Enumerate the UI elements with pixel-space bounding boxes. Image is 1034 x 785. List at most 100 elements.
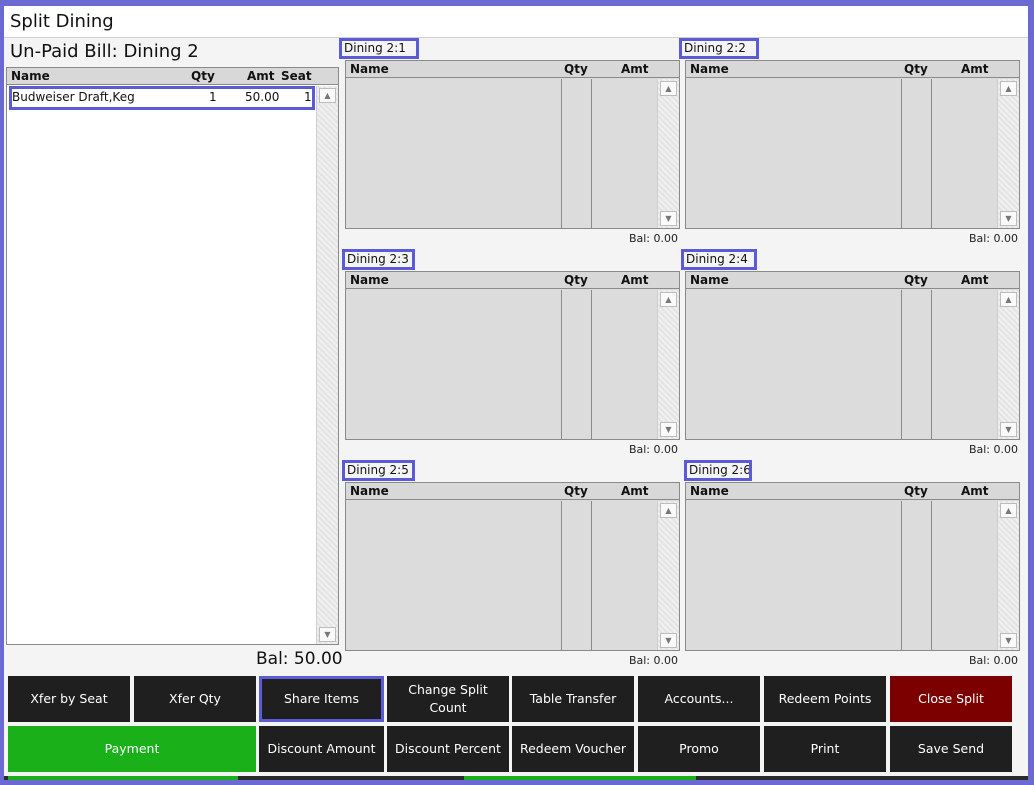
col-divider	[591, 290, 592, 439]
save-send-button[interactable]: Save Send	[890, 726, 1012, 772]
split-label-5: Dining 2:5	[342, 460, 415, 481]
split-list-3[interactable]: Name Qty Amt ▲ ▼	[345, 271, 680, 440]
bottom-button-strip	[4, 776, 1028, 780]
col-qty-header: Qty	[904, 273, 928, 287]
col-amt-header: Amt	[247, 69, 275, 83]
split-label-3: Dining 2:3	[342, 249, 415, 270]
xfer-by-seat-button[interactable]: Xfer by Seat	[8, 676, 130, 722]
col-qty-header: Qty	[191, 69, 215, 83]
split-balance-5: Bal: 0.00	[628, 654, 678, 667]
col-name-header: Name	[350, 62, 389, 76]
split-label-4: Dining 2:4	[681, 249, 757, 270]
scroll-down-arrow-icon[interactable]: ▼	[1000, 211, 1017, 226]
scroll-down-arrow-icon[interactable]: ▼	[660, 422, 677, 437]
redeem-voucher-button[interactable]: Redeem Voucher	[512, 726, 634, 772]
scroll-up-arrow-icon[interactable]: ▲	[660, 503, 677, 518]
split-balance-2: Bal: 0.00	[968, 232, 1018, 245]
scroll-up-arrow-icon[interactable]: ▲	[1000, 503, 1017, 518]
change-split-count-button[interactable]: Change Split Count	[387, 676, 509, 722]
promo-button[interactable]: Promo	[638, 726, 760, 772]
col-qty-header: Qty	[564, 62, 588, 76]
split-4-scrollbar[interactable]: ▲ ▼	[997, 290, 1019, 439]
split-6-header: Name Qty Amt	[686, 483, 1019, 500]
split-list-2[interactable]: Name Qty Amt ▲ ▼	[685, 60, 1020, 229]
col-name-header: Name	[690, 484, 729, 498]
col-seat-header: Seat	[281, 69, 312, 83]
unpaid-list-scrollbar[interactable]: ▲ ▼	[316, 86, 338, 644]
split-2-header: Name Qty Amt	[686, 61, 1019, 78]
col-divider	[901, 290, 902, 439]
table-transfer-button[interactable]: Table Transfer	[512, 676, 634, 722]
col-amt-header: Amt	[621, 484, 649, 498]
scroll-down-arrow-icon[interactable]: ▼	[1000, 633, 1017, 648]
col-name-header: Name	[11, 69, 50, 83]
scroll-down-arrow-icon[interactable]: ▼	[660, 633, 677, 648]
col-divider	[931, 501, 932, 650]
col-name-header: Name	[350, 273, 389, 287]
item-name: Budweiser Draft,Keg	[12, 90, 135, 104]
col-divider	[561, 290, 562, 439]
split-5-scrollbar[interactable]: ▲ ▼	[657, 501, 679, 650]
split-4-header: Name Qty Amt	[686, 272, 1019, 289]
col-amt-header: Amt	[961, 484, 989, 498]
list-item[interactable]: Budweiser Draft,Keg 1 50.00 1	[9, 86, 315, 110]
split-balance-3: Bal: 0.00	[628, 443, 678, 456]
col-amt-header: Amt	[961, 273, 989, 287]
col-divider	[901, 79, 902, 228]
xfer-qty-button[interactable]: Xfer Qty	[134, 676, 256, 722]
col-qty-header: Qty	[564, 484, 588, 498]
split-2-scrollbar[interactable]: ▲ ▼	[997, 79, 1019, 228]
scroll-down-arrow-icon[interactable]: ▼	[1000, 422, 1017, 437]
col-name-header: Name	[350, 484, 389, 498]
scroll-up-arrow-icon[interactable]: ▲	[1000, 81, 1017, 96]
col-divider	[901, 501, 902, 650]
unpaid-items-list[interactable]: Name Qty Amt Seat Budweiser Draft,Keg 1 …	[6, 67, 339, 645]
col-divider	[561, 501, 562, 650]
split-label-1: Dining 2:1	[339, 38, 419, 59]
split-list-5[interactable]: Name Qty Amt ▲ ▼	[345, 482, 680, 651]
unpaid-list-header: Name Qty Amt Seat	[7, 68, 338, 85]
col-divider	[591, 501, 592, 650]
payment-button[interactable]: Payment	[8, 726, 256, 772]
col-amt-header: Amt	[621, 62, 649, 76]
green-strip-segment	[8, 776, 238, 780]
unpaid-balance: Bal: 50.00	[256, 649, 343, 669]
scroll-up-arrow-icon[interactable]: ▲	[660, 81, 677, 96]
scroll-up-arrow-icon[interactable]: ▲	[1000, 292, 1017, 307]
col-divider	[561, 79, 562, 228]
scroll-up-arrow-icon[interactable]: ▲	[319, 88, 336, 103]
split-3-header: Name Qty Amt	[346, 272, 679, 289]
col-amt-header: Amt	[621, 273, 649, 287]
split-balance-1: Bal: 0.00	[628, 232, 678, 245]
split-3-scrollbar[interactable]: ▲ ▼	[657, 290, 679, 439]
col-qty-header: Qty	[564, 273, 588, 287]
scroll-down-arrow-icon[interactable]: ▼	[660, 211, 677, 226]
green-strip-segment	[464, 776, 696, 780]
print-button[interactable]: Print	[764, 726, 886, 772]
col-name-header: Name	[690, 273, 729, 287]
split-6-scrollbar[interactable]: ▲ ▼	[997, 501, 1019, 650]
split-list-6[interactable]: Name Qty Amt ▲ ▼	[685, 482, 1020, 651]
col-qty-header: Qty	[904, 484, 928, 498]
split-1-scrollbar[interactable]: ▲ ▼	[657, 79, 679, 228]
close-split-button[interactable]: Close Split	[890, 676, 1012, 722]
split-balance-4: Bal: 0.00	[968, 443, 1018, 456]
scroll-up-arrow-icon[interactable]: ▲	[660, 292, 677, 307]
scroll-down-arrow-icon[interactable]: ▼	[319, 627, 336, 642]
col-qty-header: Qty	[904, 62, 928, 76]
split-list-4[interactable]: Name Qty Amt ▲ ▼	[685, 271, 1020, 440]
unpaid-bill-title: Un-Paid Bill: Dining 2	[10, 41, 199, 62]
col-amt-header: Amt	[961, 62, 989, 76]
col-divider	[931, 79, 932, 228]
split-1-header: Name Qty Amt	[346, 61, 679, 78]
split-list-1[interactable]: Name Qty Amt ▲ ▼	[345, 60, 680, 229]
redeem-points-button[interactable]: Redeem Points	[764, 676, 886, 722]
item-qty: 1	[209, 90, 217, 104]
col-divider	[931, 290, 932, 439]
discount-amount-button[interactable]: Discount Amount	[259, 726, 384, 772]
accounts-button[interactable]: Accounts...	[638, 676, 760, 722]
discount-percent-button[interactable]: Discount Percent	[387, 726, 509, 772]
split-5-header: Name Qty Amt	[346, 483, 679, 500]
split-label-6: Dining 2:6	[684, 460, 752, 481]
share-items-button[interactable]: Share Items	[259, 676, 384, 722]
